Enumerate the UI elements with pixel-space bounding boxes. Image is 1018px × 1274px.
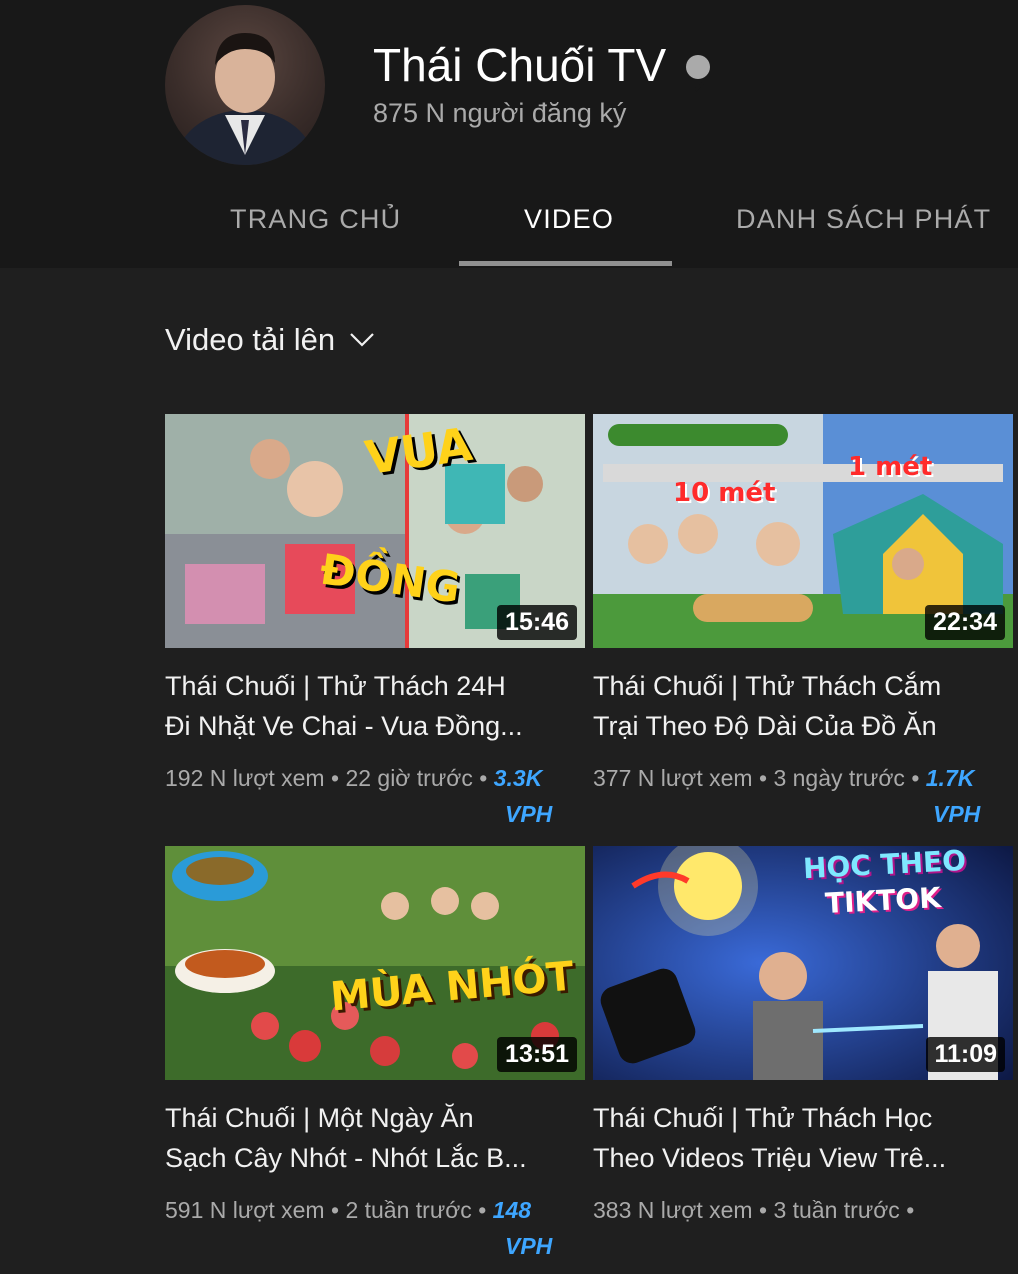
vph-unit: VPH: [505, 801, 553, 827]
video-card[interactable]: VUA ĐỒNG 15:46 Thái Chuối | Thử Thách 24…: [165, 414, 585, 832]
video-metadata: 383 N lượt xem • 3 tuần trước •: [593, 1197, 915, 1223]
video-title-line: Thái Chuối | Thử Thách Cắm: [593, 671, 942, 701]
chevron-down-icon: [350, 333, 374, 347]
video-title[interactable]: Thái Chuối | Một Ngày Ăn Sạch Cây Nhót -…: [165, 1098, 565, 1178]
vph-unit: VPH: [933, 801, 981, 827]
video-card[interactable]: 10 mét 1 mét 22:34 Thái Chuối | Thử Thác…: [593, 414, 1013, 832]
video-thumbnail[interactable]: 10 mét 1 mét 22:34: [593, 414, 1013, 648]
video-title[interactable]: Thái Chuối | Thử Thách Học Theo Videos T…: [593, 1098, 993, 1178]
view-count: 383 N lượt xem: [593, 1197, 753, 1223]
channel-header: Thái Chuối TV 875 N người đăng ký TRANG …: [0, 0, 1018, 268]
video-duration: 11:09: [926, 1037, 1005, 1072]
tab-home[interactable]: TRANG CHỦ: [230, 204, 401, 235]
upload-age: 3 tuần trước: [773, 1197, 900, 1223]
tab-videos[interactable]: VIDEO: [524, 204, 614, 235]
vph-value: 148: [492, 1197, 532, 1223]
video-thumbnail[interactable]: MÙA NHÓT 13:51: [165, 846, 585, 1080]
view-count: 192 N lượt xem: [165, 765, 325, 791]
video-metadata: 377 N lượt xem • 3 ngày trước • 1.7K VPH: [593, 760, 1013, 832]
video-title-line: Đi Nhặt Ve Chai - Vua Đồng...: [165, 711, 523, 741]
video-card[interactable]: MÙA NHÓT 13:51 Thái Chuối | Một Ngày Ăn …: [165, 846, 585, 1264]
video-thumbnail[interactable]: VUA ĐỒNG 15:46: [165, 414, 585, 648]
avatar-image: [175, 33, 315, 165]
video-metadata: 591 N lượt xem • 2 tuần trước • 148 VPH: [165, 1192, 585, 1264]
filter-label: Video tải lên: [165, 322, 336, 357]
vph-unit: VPH: [505, 1233, 553, 1259]
video-metadata: 192 N lượt xem • 22 giờ trước • 3.3K VPH: [165, 760, 585, 832]
video-title-line: Thái Chuối | Một Ngày Ăn: [165, 1103, 474, 1133]
video-title-line: Thái Chuối | Thử Thách Học: [593, 1103, 933, 1133]
video-duration: 15:46: [497, 605, 577, 640]
video-title-line: Theo Videos Triệu View Trê...: [593, 1143, 947, 1173]
thumbnail-text: 10 mét: [673, 478, 776, 508]
upload-age: 2 tuần trước: [345, 1197, 472, 1223]
subscriber-count: 875 N người đăng ký: [373, 98, 627, 128]
video-card[interactable]: HỌC THEO TIKTOK 11:09 Thái Chuối | Thử T…: [593, 846, 1013, 1228]
view-count: 377 N lượt xem: [593, 765, 753, 791]
vph-value: 1.7K: [925, 765, 975, 791]
vph-value: 3.3K: [493, 765, 543, 791]
uploads-filter-dropdown[interactable]: Video tải lên: [165, 322, 375, 358]
upload-age: 22 giờ trước: [345, 765, 473, 791]
video-duration: 13:51: [497, 1037, 577, 1072]
view-count: 591 N lượt xem: [165, 1197, 325, 1223]
video-title-line: Sạch Cây Nhót - Nhót Lắc B...: [165, 1143, 527, 1173]
video-duration: 22:34: [925, 605, 1005, 640]
active-tab-indicator: [459, 261, 672, 266]
thumbnail-text: TIKTOK: [824, 880, 942, 921]
tab-playlists[interactable]: DANH SÁCH PHÁT: [736, 204, 991, 235]
video-title-line: Thái Chuối | Thử Thách 24H: [165, 671, 506, 701]
thumbnail-text: 1 mét: [848, 452, 933, 482]
channel-name[interactable]: Thái Chuối TV: [373, 38, 666, 92]
channel-avatar[interactable]: [165, 5, 325, 165]
video-title[interactable]: Thái Chuối | Thử Thách Cắm Trại Theo Độ …: [593, 666, 993, 746]
upload-age: 3 ngày trước: [773, 765, 905, 791]
video-thumbnail[interactable]: HỌC THEO TIKTOK 11:09: [593, 846, 1013, 1080]
video-title-line: Trại Theo Độ Dài Của Đồ Ăn: [593, 711, 937, 741]
video-title[interactable]: Thái Chuối | Thử Thách 24H Đi Nhặt Ve Ch…: [165, 666, 565, 746]
verified-check-icon: [686, 55, 711, 92]
channel-title[interactable]: Thái Chuối TV: [373, 38, 711, 92]
